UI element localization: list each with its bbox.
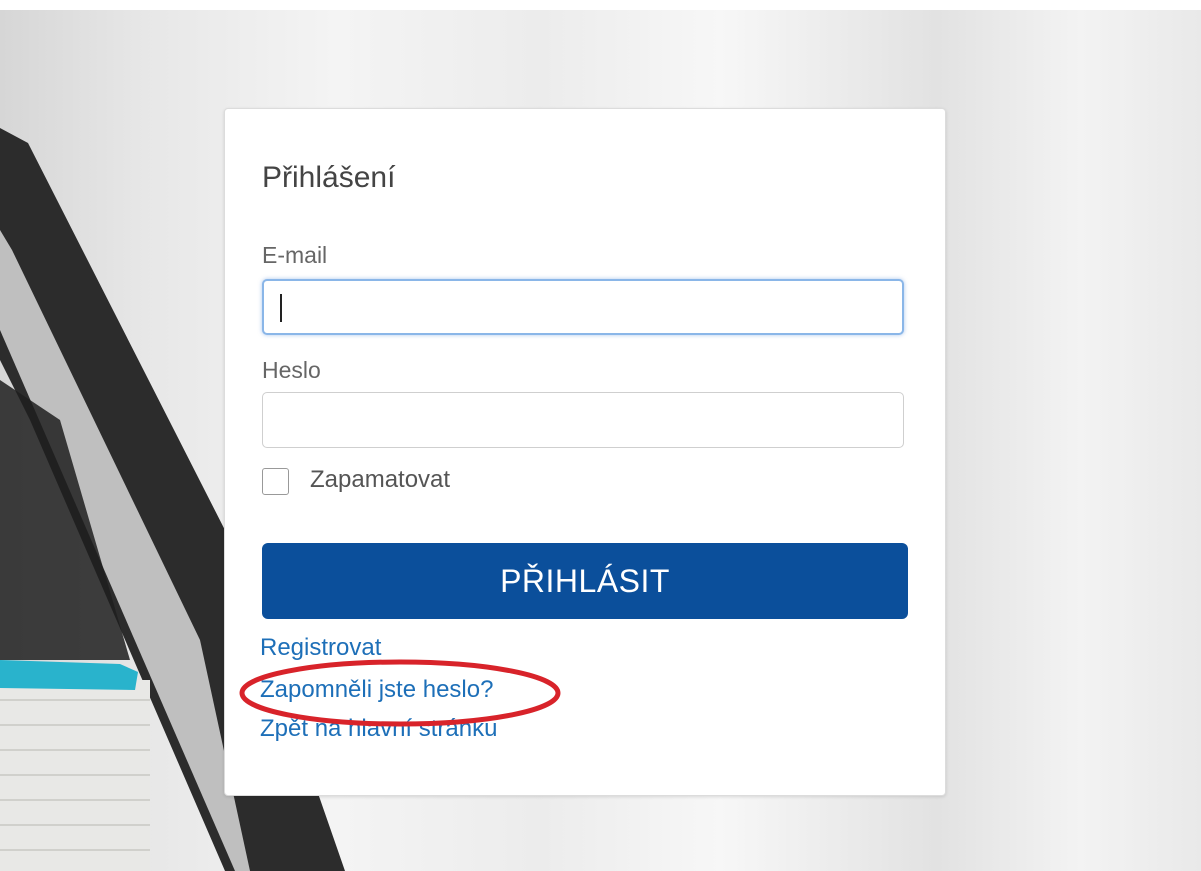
login-title: Přihlášení bbox=[262, 161, 396, 194]
email-label: E-mail bbox=[262, 242, 328, 268]
text-caret bbox=[280, 294, 282, 322]
highlight-ellipse bbox=[239, 659, 561, 727]
email-input[interactable] bbox=[262, 279, 904, 335]
remember-label[interactable]: Zapamatovat bbox=[310, 466, 450, 494]
password-label: Heslo bbox=[262, 357, 321, 383]
login-button[interactable]: PŘIHLÁSIT bbox=[262, 543, 908, 619]
password-input[interactable] bbox=[262, 392, 904, 448]
teal-strap bbox=[0, 660, 138, 690]
remember-checkbox[interactable] bbox=[262, 468, 289, 495]
